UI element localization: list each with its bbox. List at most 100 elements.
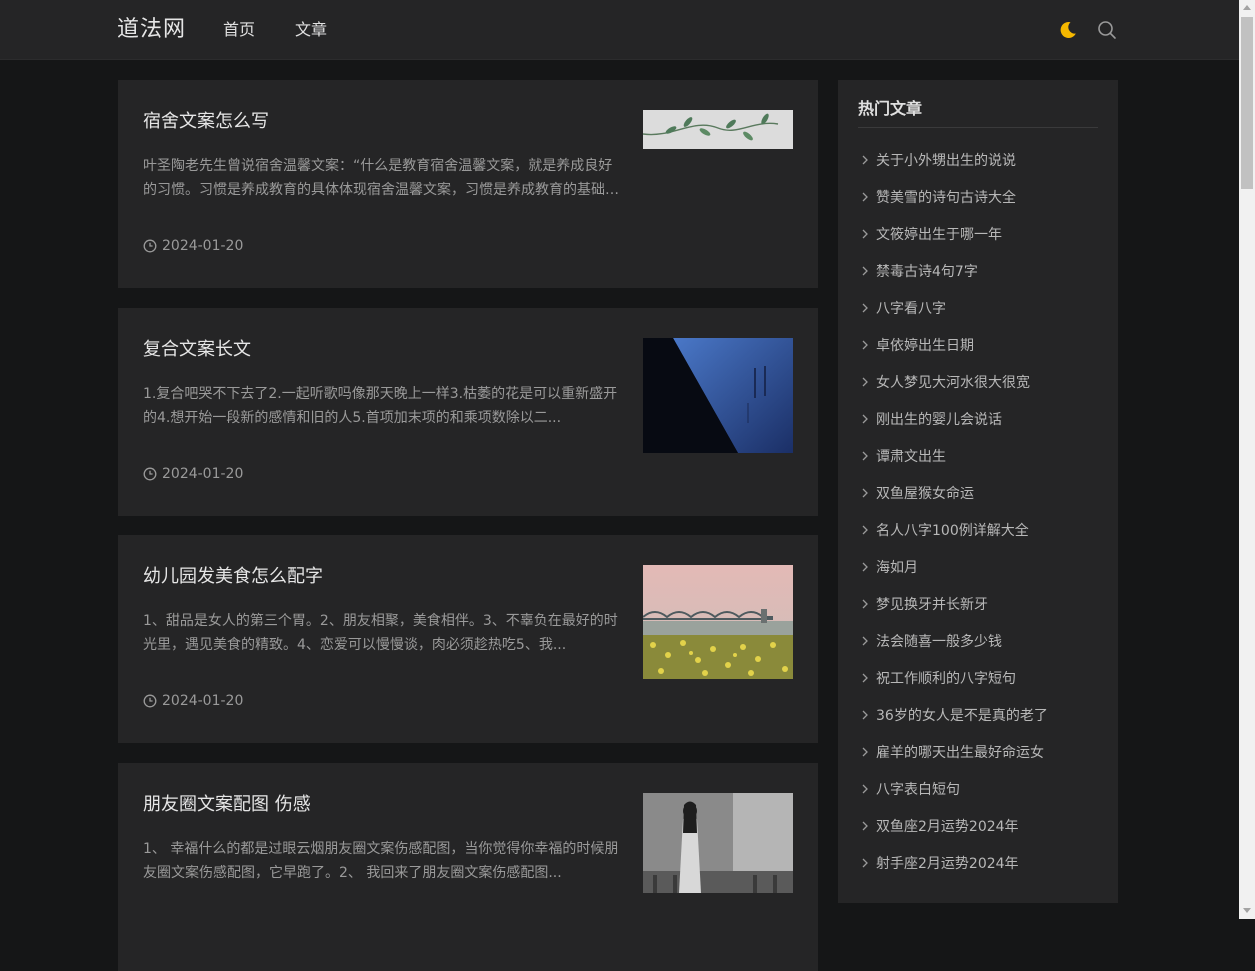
hot-article-link[interactable]: 射手座2月运势2024年 xyxy=(876,853,1019,873)
hot-article-item[interactable]: 文筱婷出生于哪一年 xyxy=(858,215,1048,252)
sidebar-divider xyxy=(858,127,1098,128)
chevron-right-icon xyxy=(862,821,868,830)
hot-article-item[interactable]: 祝工作顺利的八字短句 xyxy=(858,659,1048,696)
hot-article-link[interactable]: 法会随喜一般多少钱 xyxy=(876,631,1002,651)
hot-article-link[interactable]: 祝工作顺利的八字短句 xyxy=(876,668,1016,688)
article-summary: 叶圣陶老先生曾说宿舍温馨文案：“什么是教育宿舍温馨文案，就是养成良好的习惯。习惯… xyxy=(143,158,619,198)
hot-article-link[interactable]: 海如月 xyxy=(876,557,918,577)
clock-icon xyxy=(143,694,157,708)
chevron-right-icon xyxy=(862,562,868,571)
sidebar-title: 热门文章 xyxy=(858,99,923,118)
article-card: 宿舍文案怎么写 叶圣陶老先生曾说宿舍温馨文案：“什么是教育宿舍温馨文案，就是养成… xyxy=(118,80,818,288)
hot-article-link[interactable]: 赞美雪的诗句古诗大全 xyxy=(876,187,1016,207)
chevron-right-icon xyxy=(862,673,868,682)
hot-article-item[interactable]: 法会随喜一般多少钱 xyxy=(858,622,1048,659)
hot-article-link[interactable]: 八字看八字 xyxy=(876,298,946,318)
scroll-down-arrow-icon[interactable] xyxy=(1243,908,1251,913)
article-thumbnail[interactable] xyxy=(643,110,793,149)
hot-article-link[interactable]: 36岁的女人是不是真的老了 xyxy=(876,705,1048,725)
chevron-right-icon xyxy=(862,784,868,793)
vine-leaves-image xyxy=(643,113,779,141)
chevron-right-icon xyxy=(862,747,868,756)
clock-icon xyxy=(143,467,157,481)
site-logo[interactable]: 道法网 xyxy=(117,14,186,46)
chevron-right-icon xyxy=(862,155,868,164)
hot-article-item[interactable]: 八字表白短句 xyxy=(858,770,1048,807)
hot-article-item[interactable]: 双鱼座2月运势2024年 xyxy=(858,807,1048,844)
bridge-flowers-image xyxy=(643,565,793,679)
chevron-right-icon xyxy=(862,451,868,460)
article-title[interactable]: 宿舍文案怎么写 xyxy=(143,110,269,134)
hot-article-item[interactable]: 赞美雪的诗句古诗大全 xyxy=(858,178,1048,215)
article-title[interactable]: 复合文案长文 xyxy=(143,338,251,362)
article-summary: 1.复合吧哭不下去了2.一起听歌吗像那天晚上一样3.枯萎的花是可以重新盛开的4.… xyxy=(143,386,618,426)
article-card: 复合文案长文 1.复合吧哭不下去了2.一起听歌吗像那天晚上一样3.枯萎的花是可以… xyxy=(118,308,818,516)
hot-article-link[interactable]: 禁毒古诗4句7字 xyxy=(876,261,978,281)
chevron-right-icon xyxy=(862,229,868,238)
hot-article-item[interactable]: 雇羊的哪天出生最好命运女 xyxy=(858,733,1048,770)
hot-article-link[interactable]: 雇羊的哪天出生最好命运女 xyxy=(876,742,1044,762)
moon-icon[interactable] xyxy=(1058,20,1078,40)
hot-articles-list: 关于小外甥出生的说说 赞美雪的诗句古诗大全 文筱婷出生于哪一年 禁毒古诗4句7字… xyxy=(858,141,1048,881)
hot-article-link[interactable]: 关于小外甥出生的说说 xyxy=(876,150,1016,170)
hot-article-item[interactable]: 梦见换牙并长新牙 xyxy=(858,585,1048,622)
article-date: 2024-01-20 xyxy=(143,691,243,711)
nav-articles[interactable]: 文章 xyxy=(295,18,327,42)
article-thumbnail[interactable] xyxy=(643,793,793,893)
article-date-text: 2024-01-20 xyxy=(162,238,244,254)
article-card: 幼儿园发美食怎么配字 1、甜品是女人的第三个胃。2、朋友相聚，美食相伴。3、不辜… xyxy=(118,535,818,743)
scroll-up-arrow-icon[interactable] xyxy=(1243,5,1251,10)
chevron-right-icon xyxy=(862,377,868,386)
chevron-right-icon xyxy=(862,525,868,534)
chevron-right-icon xyxy=(862,414,868,423)
article-title[interactable]: 朋友圈文案配图 伤感 xyxy=(143,793,311,817)
top-header: 道法网 首页 文章 xyxy=(0,0,1239,60)
scrollbar-thumb[interactable] xyxy=(1241,17,1253,189)
article-date: 2024-01-20 xyxy=(143,236,243,256)
hot-article-item[interactable]: 八字看八字 xyxy=(858,289,1048,326)
hot-article-link[interactable]: 卓依婷出生日期 xyxy=(876,335,974,355)
chevron-right-icon xyxy=(862,858,868,867)
hot-article-link[interactable]: 刚出生的婴儿会说话 xyxy=(876,409,1002,429)
hot-article-item[interactable]: 名人八字100例详解大全 xyxy=(858,511,1048,548)
hot-article-item[interactable]: 女人梦见大河水很大很宽 xyxy=(858,363,1048,400)
article-date-text: 2024-01-20 xyxy=(162,693,244,709)
article-thumbnail[interactable] xyxy=(643,338,793,453)
hot-article-link[interactable]: 谭肃文出生 xyxy=(876,446,946,466)
chevron-right-icon xyxy=(862,192,868,201)
hot-article-item[interactable]: 海如月 xyxy=(858,548,1048,585)
chevron-right-icon xyxy=(862,303,868,312)
woman-portrait-image xyxy=(643,793,793,893)
hot-article-item[interactable]: 禁毒古诗4句7字 xyxy=(858,252,1048,289)
blue-book-image xyxy=(643,338,793,453)
article-card: 朋友圈文案配图 伤感 1、 幸福什么的都是过眼云烟朋友圈文案伤感配图，当你觉得你… xyxy=(118,763,818,971)
hot-article-link[interactable]: 双鱼座2月运势2024年 xyxy=(876,816,1019,836)
hot-article-link[interactable]: 梦见换牙并长新牙 xyxy=(876,594,988,614)
chevron-right-icon xyxy=(862,710,868,719)
article-summary: 1、甜品是女人的第三个胃。2、朋友相聚，美食相伴。3、不辜负在最好的时光里，遇见… xyxy=(143,613,618,653)
article-thumbnail[interactable] xyxy=(643,565,793,679)
hot-articles-sidebar: 热门文章 关于小外甥出生的说说 赞美雪的诗句古诗大全 文筱婷出生于哪一年 禁毒古… xyxy=(838,80,1118,903)
hot-article-item[interactable]: 双鱼屋猴女命运 xyxy=(858,474,1048,511)
chevron-right-icon xyxy=(862,636,868,645)
hot-article-item[interactable]: 36岁的女人是不是真的老了 xyxy=(858,696,1048,733)
hot-article-link[interactable]: 名人八字100例详解大全 xyxy=(876,520,1029,540)
search-icon[interactable] xyxy=(1097,20,1117,40)
hot-article-link[interactable]: 八字表白短句 xyxy=(876,779,960,799)
article-title[interactable]: 幼儿园发美食怎么配字 xyxy=(143,565,323,589)
hot-article-item[interactable]: 刚出生的婴儿会说话 xyxy=(858,400,1048,437)
hot-article-item[interactable]: 关于小外甥出生的说说 xyxy=(858,141,1048,178)
chevron-right-icon xyxy=(862,340,868,349)
chevron-right-icon xyxy=(862,488,868,497)
chevron-right-icon xyxy=(862,599,868,608)
hot-article-item[interactable]: 射手座2月运势2024年 xyxy=(858,844,1048,881)
hot-article-item[interactable]: 卓依婷出生日期 xyxy=(858,326,1048,363)
hot-article-link[interactable]: 双鱼屋猴女命运 xyxy=(876,483,974,503)
hot-article-item[interactable]: 谭肃文出生 xyxy=(858,437,1048,474)
clock-icon xyxy=(143,239,157,253)
chevron-right-icon xyxy=(862,266,868,275)
article-summary: 1、 幸福什么的都是过眼云烟朋友圈文案伤感配图，当你觉得你幸福的时候朋友圈文案伤… xyxy=(143,841,619,881)
nav-home[interactable]: 首页 xyxy=(223,18,255,42)
hot-article-link[interactable]: 女人梦见大河水很大很宽 xyxy=(876,372,1030,392)
hot-article-link[interactable]: 文筱婷出生于哪一年 xyxy=(876,224,1002,244)
